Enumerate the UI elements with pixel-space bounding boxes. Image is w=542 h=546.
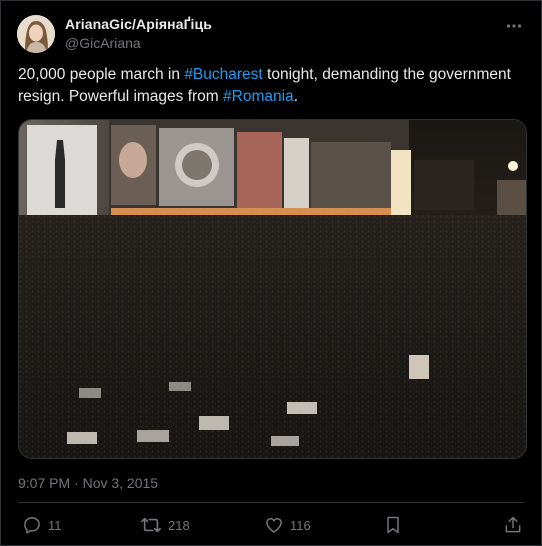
heart-icon — [264, 515, 284, 535]
hashtag-link[interactable]: #Bucharest — [184, 66, 262, 83]
hashtag-link[interactable]: #Romania — [223, 88, 294, 105]
reply-icon — [22, 515, 42, 535]
tweet-text-segment: 20,000 people march in — [18, 66, 185, 83]
more-horizontal-icon[interactable] — [503, 17, 525, 35]
retweet-count: 218 — [168, 517, 190, 533]
tweet-card: ArianaGic/АріянаҐіць @GicAriana 20,000 p… — [0, 0, 542, 546]
author-info: ArianaGic/АріянаҐіць @GicAriana — [65, 16, 212, 51]
handle[interactable]: @GicAriana — [65, 35, 212, 51]
tweet-timestamp[interactable]: 9:07 PM · Nov 3, 2015 — [18, 475, 158, 491]
share-icon — [503, 515, 523, 535]
tweet-text: 20,000 people march in #Bucharest tonigh… — [18, 64, 518, 108]
like-count: 116 — [290, 517, 311, 533]
bookmark-button[interactable] — [384, 515, 402, 535]
tweet-header: ArianaGic/АріянаҐіць @GicAriana — [17, 13, 525, 57]
like-button[interactable]: 116 — [264, 515, 311, 535]
divider — [18, 502, 524, 503]
tweet-text-segment: . — [293, 88, 298, 105]
display-name[interactable]: ArianaGic/АріянаҐіць — [65, 16, 212, 32]
retweet-icon — [140, 515, 162, 535]
share-button[interactable] — [503, 515, 523, 535]
retweet-button[interactable]: 218 — [140, 515, 190, 535]
tweet-photo[interactable] — [18, 119, 527, 459]
reply-button[interactable]: 11 — [22, 515, 62, 535]
reply-count: 11 — [48, 517, 62, 533]
bookmark-icon — [384, 515, 402, 535]
avatar[interactable] — [17, 15, 55, 53]
tweet-actions: 11 218 116 — [18, 515, 524, 539]
